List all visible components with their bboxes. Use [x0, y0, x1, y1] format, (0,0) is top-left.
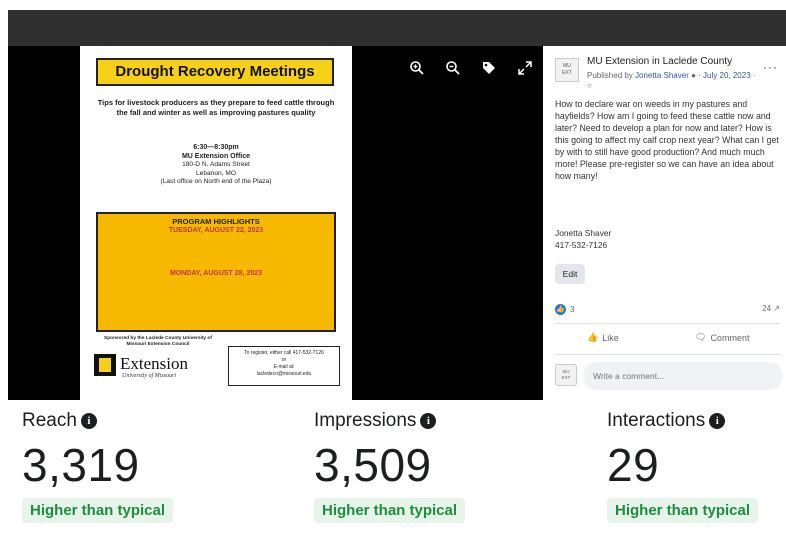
stat-value: 29 [607, 439, 660, 491]
stat-label-text: Reach [22, 410, 77, 431]
info-icon[interactable]: i [420, 413, 437, 429]
highlights-line: ​ [102, 249, 330, 256]
tag-icon[interactable] [481, 60, 497, 76]
flyer-title: Drought Recovery Meetings [96, 58, 334, 86]
insights-stats: Reach i 3,319 Higher than typical Impres… [0, 400, 786, 548]
info-icon[interactable]: i [80, 413, 97, 429]
flyer-time: 6:30—8:30pm [193, 144, 239, 151]
flyer-details: 6:30—8:30pm MU Extension Office 180-D N.… [94, 144, 338, 187]
extension-logo-subtext: University of Missouri [122, 373, 176, 379]
contact-line: lacledeco@missouri.edu [256, 371, 312, 377]
contact-line: E-mail at: [273, 364, 295, 370]
reaction-summary[interactable]: 👍 3 [555, 304, 574, 315]
stat-value: 3,509 [314, 439, 432, 491]
published-by-label: Published by [587, 71, 633, 80]
highlights-line: ​ [102, 235, 330, 242]
thumbs-up-icon: 👍 [587, 332, 599, 342]
highlights-line: ​ [102, 285, 330, 292]
info-icon[interactable]: i [709, 413, 726, 429]
globe-icon: ○ [587, 81, 592, 90]
signature-name: Jonetta Shaver [555, 228, 612, 238]
post-text: How to declare war on weeds in my pastur… [555, 99, 779, 181]
highlights-line: ​ [102, 292, 330, 299]
expand-icon[interactable] [517, 60, 533, 76]
flyer-image: Drought Recovery Meetings Tips for lives… [80, 46, 352, 400]
comment-icon: 🗨 [695, 332, 707, 342]
highlights-title: PROGRAM HIGHLIGHTS [172, 217, 260, 226]
author-info-icon: ● [691, 71, 696, 80]
signature-phone: 417-532-7126 [555, 240, 608, 250]
share-count-area[interactable]: 24 ↗ [762, 304, 780, 313]
reaction-count: 3 [570, 305, 575, 314]
post-panel: MU EXT MU Extension in Laclede County Pub… [543, 46, 786, 400]
like-reaction-icon: 👍 [555, 304, 566, 315]
flyer-office: MU Extension Office [181, 152, 251, 160]
stat-label-text: Interactions [607, 410, 706, 431]
flyer-contact-box: To register, either call 417-532-7126 or… [228, 346, 340, 386]
stat-badge: Higher than typical [607, 498, 759, 523]
highlights-line: ​ [102, 255, 330, 262]
photo-viewer: Drought Recovery Meetings Tips for lives… [8, 46, 543, 400]
top-bar-dark-strip [8, 10, 786, 46]
like-button[interactable]: 👍 Like [587, 332, 619, 343]
contact-line: or [281, 357, 287, 363]
top-bar [0, 0, 786, 46]
divider [555, 323, 780, 324]
flyer-city: Lebanon, MO [196, 169, 236, 177]
page-name[interactable]: MU Extension in Laclede County [587, 56, 732, 67]
contact-line: To register, either call 417-532-7126 [244, 350, 324, 356]
highlights-date-1: TUESDAY, AUGUST 22, 2023 [168, 227, 264, 234]
divider [555, 354, 780, 355]
extension-logo-text: Extension [120, 354, 188, 373]
author-link[interactable]: Jonetta Shaver [635, 71, 689, 80]
stat-label-text: Impressions [314, 410, 417, 431]
edit-button[interactable]: Edit [555, 264, 585, 284]
flyer-tips: Tips for livestock producers as they pre… [97, 98, 335, 117]
highlights-line: ​ [102, 262, 330, 269]
comment-label: Comment [710, 332, 750, 343]
page-avatar[interactable]: MU EXT [555, 58, 579, 82]
flyer-address: 180-D N. Adams Street [182, 161, 250, 168]
stat-label: Interactions i [607, 410, 786, 432]
comment-input[interactable] [583, 362, 783, 390]
stat-badge: Higher than typical [314, 498, 466, 523]
like-label: Like [602, 332, 619, 343]
comment-button[interactable]: 🗨 Comment [695, 332, 749, 343]
flyer-sponsor: Sponsored by the Laclede County Universi… [104, 336, 212, 347]
stat-reach: Reach i 3,319 Higher than typical [22, 410, 222, 523]
highlights-line: ​ [102, 278, 330, 285]
stat-value: 3,319 [22, 439, 140, 491]
post-meta: Published by Jonetta Shaver ● · July 20,… [587, 71, 756, 90]
post-date[interactable]: July 20, 2023 [703, 71, 751, 80]
program-highlights: PROGRAM HIGHLIGHTS TUESDAY, AUGUST 22, 2… [96, 212, 336, 332]
stat-label: Reach i [22, 410, 222, 432]
share-icon: ↗ [773, 304, 780, 313]
highlights-line: ​ [102, 298, 330, 305]
highlights-line: ​ [102, 242, 330, 249]
stat-impressions: Impressions i 3,509 Higher than typical [314, 410, 514, 523]
more-options-icon[interactable]: ··· [763, 60, 778, 74]
post-signature: Jonetta Shaver 417-532-7126 [555, 227, 611, 251]
stat-badge: Higher than typical [22, 498, 174, 523]
share-count: 24 [762, 304, 772, 313]
flyer-location-note: (Last office on North end of the Plaza) [160, 178, 272, 185]
zoom-in-icon[interactable] [409, 60, 425, 76]
stat-label: Impressions i [314, 410, 514, 432]
stat-interactions: Interactions i 29 Higher than typical [607, 410, 786, 523]
highlights-date-2: MONDAY, AUGUST 28, 2023 [169, 269, 263, 277]
commenter-avatar: MU EXT [555, 364, 577, 386]
zoom-out-icon[interactable] [445, 60, 461, 76]
viewer-toolbar [409, 60, 533, 76]
extension-logo-icon [94, 354, 116, 376]
